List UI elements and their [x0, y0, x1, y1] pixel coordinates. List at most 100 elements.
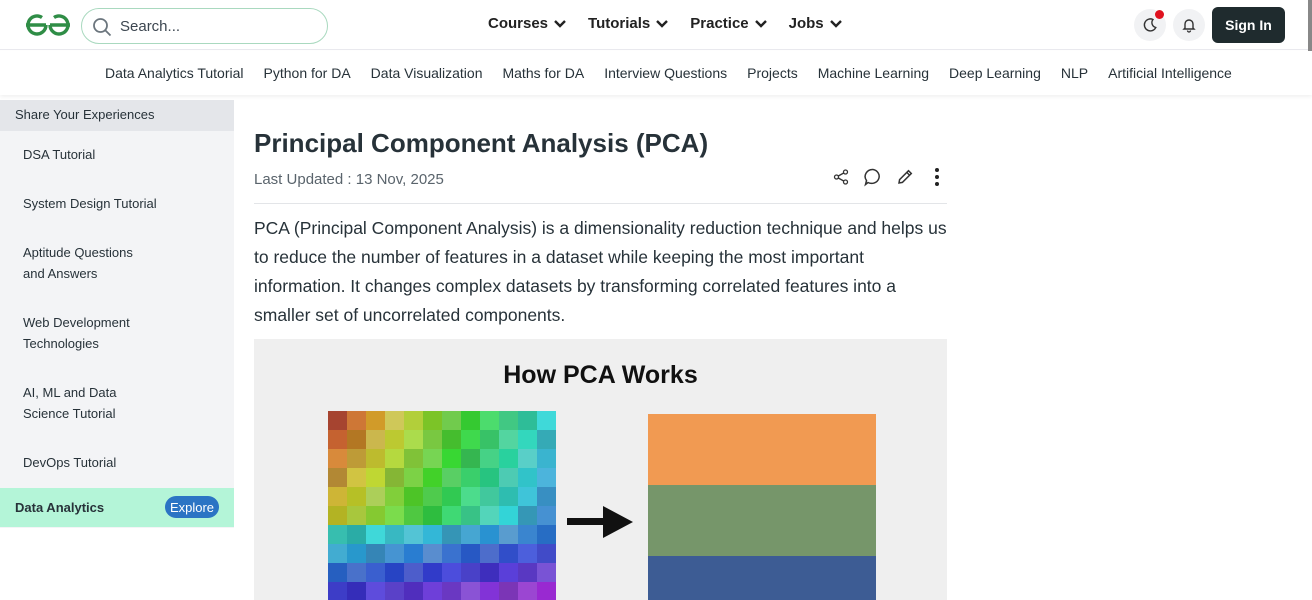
pixel-cell — [461, 487, 480, 506]
subnav-python-for-da[interactable]: Python for DA — [254, 65, 361, 81]
pixel-cell — [347, 468, 366, 487]
pixel-cell — [385, 449, 404, 468]
last-updated: Last Updated : 13 Nov, 2025 — [254, 171, 444, 188]
sidebar-item-dsa-tutorial[interactable]: DSA Tutorial — [0, 144, 234, 165]
pixel-cell — [404, 506, 423, 525]
pixel-cell — [385, 487, 404, 506]
subnav-nlp[interactable]: NLP — [1051, 65, 1098, 81]
nav-jobs-label: Jobs — [788, 15, 824, 32]
pixel-cell — [366, 544, 385, 563]
pixel-cell — [366, 582, 385, 600]
sidebar-active-label: Data Analytics — [15, 500, 105, 515]
nav-practice[interactable]: Practice — [690, 15, 767, 32]
pixel-cell — [404, 582, 423, 600]
pixel-cell — [328, 487, 347, 506]
chevron-down-icon — [754, 19, 767, 28]
pixel-cell — [328, 582, 347, 600]
pixel-cell — [480, 544, 499, 563]
dark-mode-toggle[interactable] — [1134, 9, 1166, 41]
subnav-maths-for-da[interactable]: Maths for DA — [492, 65, 594, 81]
pixel-cell — [499, 468, 518, 487]
chevron-down-icon — [656, 19, 669, 28]
pixel-cell — [366, 525, 385, 544]
pixel-cell — [423, 563, 442, 582]
pixel-cell — [385, 468, 404, 487]
pixel-cell — [347, 544, 366, 563]
pixel-cell — [328, 430, 347, 449]
subnav-data-visualization[interactable]: Data Visualization — [361, 65, 493, 81]
chevron-down-icon — [554, 19, 566, 28]
pixel-cell — [461, 468, 480, 487]
subnav-projects[interactable]: Projects — [737, 65, 808, 81]
edit-button[interactable] — [894, 166, 916, 188]
pixel-cell — [385, 525, 404, 544]
share-button[interactable] — [830, 166, 852, 188]
sidebar-heading[interactable]: Share Your Experiences — [0, 100, 234, 131]
comment-button[interactable] — [862, 166, 884, 188]
pixel-cell — [499, 582, 518, 600]
search-box[interactable] — [81, 8, 328, 44]
subnav-machine-learning[interactable]: Machine Learning — [808, 65, 939, 81]
pixel-cell — [423, 449, 442, 468]
main-nav: Courses Tutorials Practice Jobs — [488, 15, 864, 32]
pixel-cell — [404, 430, 423, 449]
pixel-cell — [328, 563, 347, 582]
sidebar-item-aptitude[interactable]: Aptitude Questions and Answers — [0, 242, 180, 284]
chevron-down-icon — [829, 19, 842, 28]
pixel-cell — [328, 506, 347, 525]
pixel-cell — [518, 525, 537, 544]
pixel-cell — [499, 430, 518, 449]
explore-button[interactable]: Explore — [165, 496, 219, 518]
pencil-icon — [898, 169, 913, 184]
more-vertical-icon — [935, 168, 939, 186]
nav-tutorials-label: Tutorials — [588, 15, 651, 32]
pixel-cell — [461, 544, 480, 563]
subnav-artificial-intelligence[interactable]: Artificial Intelligence — [1098, 65, 1242, 81]
nav-jobs[interactable]: Jobs — [789, 15, 842, 32]
pixel-cell — [442, 506, 461, 525]
pixel-cell — [499, 544, 518, 563]
sidebar-item-data-analytics[interactable]: Data Analytics Explore — [0, 488, 234, 527]
intro-paragraph: PCA (Principal Component Analysis) is a … — [254, 218, 947, 325]
pixel-cell — [499, 487, 518, 506]
pixel-cell — [423, 468, 442, 487]
component-bar-3 — [648, 556, 876, 600]
search-icon — [93, 18, 112, 37]
pixel-cell — [328, 411, 347, 430]
sidebar-item-devops[interactable]: DevOps Tutorial — [0, 452, 234, 473]
sidebar-item-system-design[interactable]: System Design Tutorial — [0, 193, 234, 214]
pixel-cell — [442, 411, 461, 430]
notifications-button[interactable] — [1173, 9, 1205, 41]
pixel-cell — [385, 563, 404, 582]
sidebar-item-web-development[interactable]: Web Development Technologies — [0, 312, 170, 354]
pixel-cell — [385, 411, 404, 430]
pixel-cell — [537, 468, 556, 487]
nav-tutorials[interactable]: Tutorials — [588, 15, 669, 32]
subnav-interview-questions[interactable]: Interview Questions — [594, 65, 737, 81]
sign-in-button[interactable]: Sign In — [1212, 7, 1285, 43]
pixel-cell — [347, 506, 366, 525]
subnav-data-analytics-tutorial[interactable]: Data Analytics Tutorial — [95, 65, 254, 81]
pixel-cell — [537, 449, 556, 468]
pixel-cell — [480, 411, 499, 430]
nav-courses[interactable]: Courses — [488, 15, 566, 32]
sidebar-item-ai-ml-data-science[interactable]: AI, ML and Data Science Tutorial — [0, 382, 180, 424]
pixel-cell — [442, 563, 461, 582]
pixel-cell — [537, 487, 556, 506]
component-bar-2 — [648, 485, 876, 556]
pixel-cell — [518, 563, 537, 582]
pixel-cell — [480, 506, 499, 525]
pixel-cell — [537, 544, 556, 563]
subnav-deep-learning[interactable]: Deep Learning — [939, 65, 1051, 81]
pixel-cell — [499, 449, 518, 468]
pixel-cell — [518, 506, 537, 525]
pixel-cell — [518, 582, 537, 600]
pixel-cell — [537, 525, 556, 544]
pixel-cell — [404, 525, 423, 544]
search-input[interactable] — [120, 15, 320, 37]
more-options-button[interactable] — [926, 166, 948, 188]
pixel-cell — [537, 563, 556, 582]
gfg-logo-icon[interactable] — [22, 12, 74, 38]
pixel-cell — [461, 582, 480, 600]
article-actions — [830, 166, 948, 188]
